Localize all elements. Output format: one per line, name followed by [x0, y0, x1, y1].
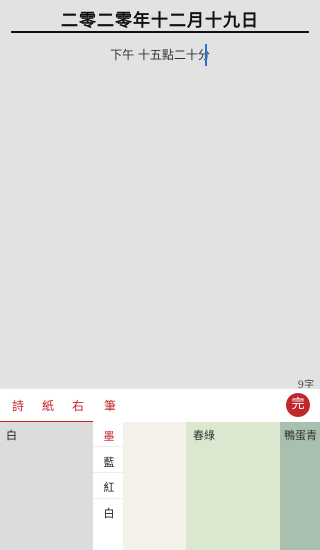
ink-option-blue[interactable]: 藍: [101, 454, 117, 470]
done-button[interactable]: 完: [286, 393, 310, 417]
paper-swatch-duck-egg-label: 鴨蛋青: [284, 429, 317, 442]
text-cursor: [205, 44, 207, 66]
tab-paper[interactable]: 紙: [36, 389, 60, 423]
paper-swatch-cream[interactable]: [123, 422, 186, 550]
ink-option-white[interactable]: 白: [101, 505, 117, 521]
divider: [93, 472, 123, 473]
editor-toolbar: 詩 紙 右 筆: [0, 388, 320, 422]
tab-align[interactable]: 右: [66, 389, 90, 423]
ink-option-black[interactable]: 墨: [101, 428, 117, 444]
tab-brush[interactable]: 筆: [98, 389, 122, 423]
paper-swatch-white-label: 白: [6, 429, 17, 442]
body-text[interactable]: 下午 十五點二十分: [0, 46, 320, 63]
divider: [93, 498, 123, 499]
paper-swatch-spring-green-label: 春綠: [193, 429, 215, 442]
page-title: 二零二零年十二月十九日: [61, 11, 259, 31]
tab-poem[interactable]: 詩: [6, 389, 30, 423]
ink-option-red[interactable]: 紅: [101, 479, 117, 495]
title-divider: [11, 31, 309, 33]
divider: [93, 446, 123, 447]
